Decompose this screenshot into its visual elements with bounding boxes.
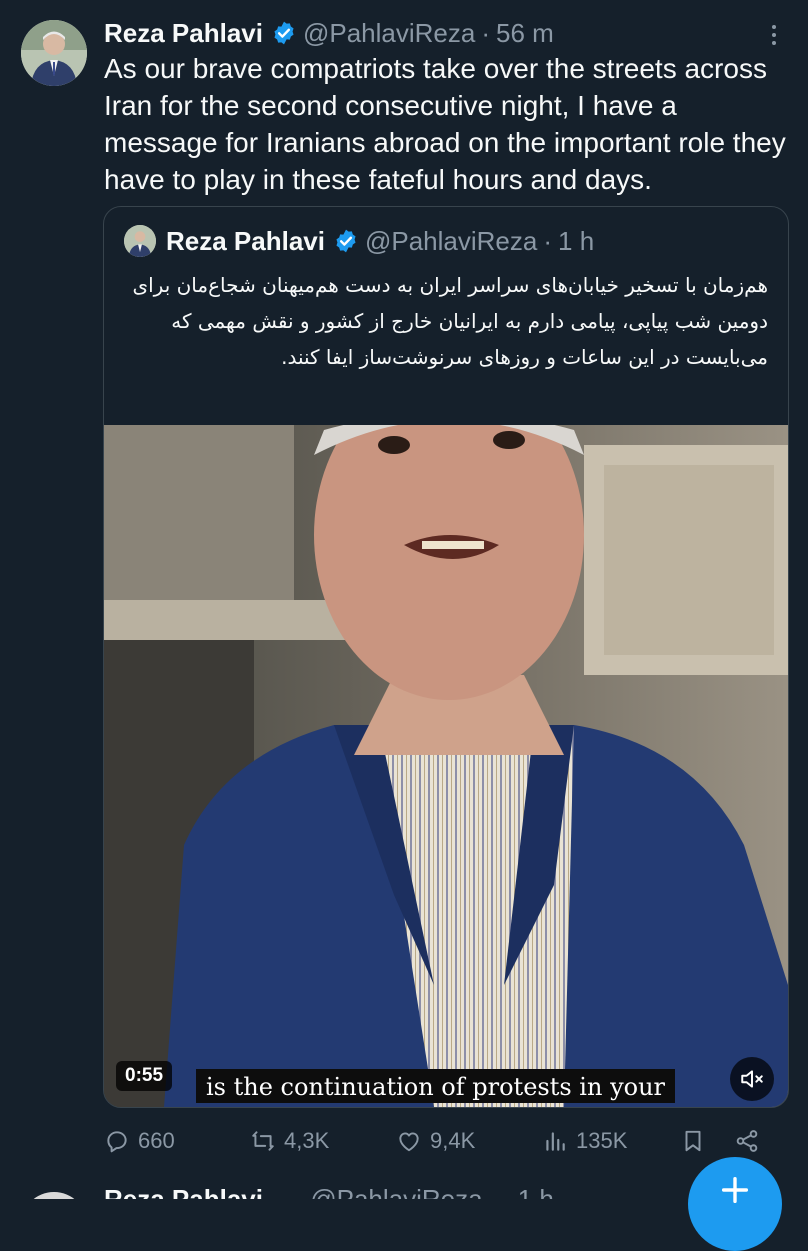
- mute-icon[interactable]: [730, 1057, 774, 1101]
- next-tweet[interactable]: Reza Pahlavi @PahlaviReza · 1 h: [0, 1182, 808, 1199]
- compose-button[interactable]: [688, 1157, 782, 1251]
- quoted-avatar: [124, 225, 156, 257]
- like-button[interactable]: 9,4K: [396, 1128, 542, 1154]
- repost-icon: [252, 1131, 274, 1151]
- video-player[interactable]: 0:55 is the continuation of protests in …: [104, 425, 788, 1107]
- reply-button[interactable]: 660: [104, 1128, 250, 1154]
- repost-button[interactable]: 4,3K: [250, 1128, 396, 1154]
- bookmark-button[interactable]: [680, 1128, 734, 1154]
- compose-plus-icon: [721, 1176, 749, 1204]
- separator-dot: ·: [495, 1184, 505, 1199]
- share-button[interactable]: [734, 1128, 774, 1154]
- separator-dot: ·: [543, 225, 553, 256]
- author-handle[interactable]: @PahlaviReza: [303, 18, 475, 49]
- like-icon: [399, 1132, 419, 1152]
- like-count: 9,4K: [430, 1128, 476, 1153]
- verified-badge-icon: [274, 21, 294, 45]
- views-button[interactable]: 135K: [542, 1128, 680, 1154]
- tweet-text: As our brave compatriots take over the s…: [104, 53, 786, 195]
- views-count: 135K: [576, 1128, 628, 1153]
- share-icon: [736, 1130, 758, 1152]
- quoted-tweet-text: هم‌زمان با تسخیر خیابان‌های سراسر ایران …: [132, 273, 768, 369]
- next-author-name[interactable]: Reza Pahlavi: [104, 1184, 263, 1199]
- quoted-tweet[interactable]: Reza Pahlavi @PahlaviReza · 1 h هم‌زمان …: [103, 206, 789, 1108]
- quoted-author-name: Reza Pahlavi: [166, 225, 325, 256]
- next-tweet-header: Reza Pahlavi @PahlaviReza · 1 h: [104, 1184, 554, 1199]
- author-name[interactable]: Reza Pahlavi: [104, 18, 263, 49]
- bookmark-icon: [685, 1130, 701, 1152]
- next-author-handle[interactable]: @PahlaviReza: [310, 1184, 482, 1199]
- tweet-header: Reza Pahlavi @PahlaviReza · 56 m: [104, 14, 554, 52]
- quoted-author-handle: @PahlaviReza: [364, 225, 538, 256]
- video-frame: [104, 425, 788, 1107]
- verified-badge-icon: [336, 229, 356, 253]
- reply-icon: [107, 1131, 127, 1153]
- views-icon: [546, 1132, 565, 1151]
- action-bar: 660 4,3K 9,4K 135K: [104, 1120, 774, 1162]
- reply-count: 660: [138, 1128, 175, 1153]
- separator-dot: ·: [481, 17, 491, 48]
- tweet[interactable]: Reza Pahlavi @PahlaviReza · 56 m As our …: [0, 0, 808, 1180]
- more-icon[interactable]: [764, 20, 784, 50]
- next-tweet-avatar[interactable]: [21, 1192, 87, 1199]
- video-caption: is the continuation of protests in your: [196, 1069, 675, 1103]
- quoted-timestamp: 1 h: [558, 225, 595, 256]
- quoted-tweet-header: Reza Pahlavi @PahlaviReza · 1 h: [124, 221, 594, 261]
- next-timestamp[interactable]: 1 h: [518, 1184, 554, 1199]
- timestamp[interactable]: 56 m: [496, 18, 554, 49]
- video-timer: 0:55: [116, 1061, 173, 1091]
- avatar[interactable]: [21, 20, 87, 86]
- repost-count: 4,3K: [284, 1128, 330, 1153]
